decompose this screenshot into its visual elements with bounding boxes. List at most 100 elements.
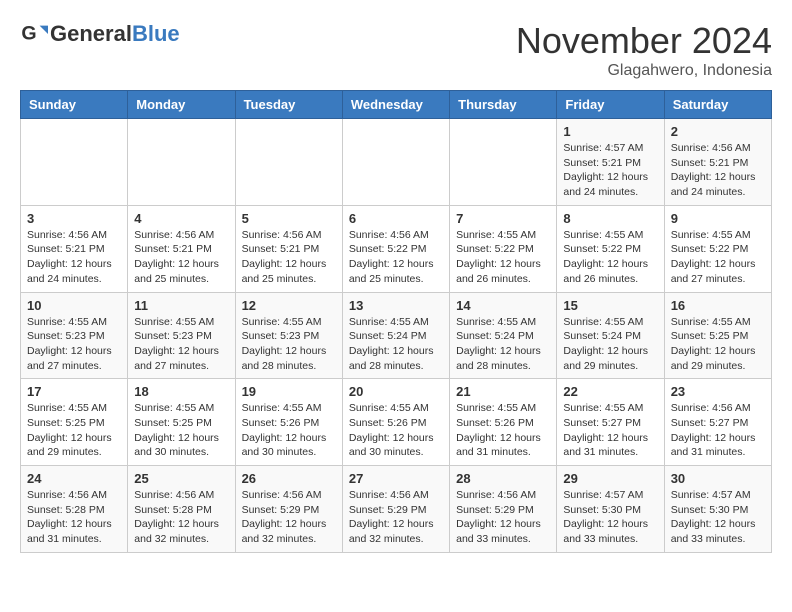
calendar-day-cell: 3Sunrise: 4:56 AMSunset: 5:21 PMDaylight… — [21, 205, 128, 292]
day-number: 26 — [242, 471, 336, 486]
svg-text:G: G — [21, 23, 36, 45]
calendar-weekday-header: Tuesday — [235, 91, 342, 119]
day-info: Sunrise: 4:57 AMSunset: 5:30 PMDaylight:… — [671, 488, 765, 547]
calendar-day-cell: 27 Sunrise: 4:56 AMSunset: 5:29 PMDayligh… — [342, 466, 449, 553]
day-info: Sunrise: 4:55 AMSunset: 5:23 PMDaylight:… — [27, 315, 121, 374]
calendar-day-cell: 21 Sunrise: 4:55 AMSunset: 5:26 PMDayligh… — [450, 379, 557, 466]
calendar-day-cell: 25Sunrise: 4:56 AMSunset: 5:28 PMDayligh… — [128, 466, 235, 553]
calendar-weekday-header: Sunday — [21, 91, 128, 119]
calendar-day-cell — [342, 119, 449, 206]
day-number: 13 — [349, 298, 443, 313]
calendar-day-cell: 18 Sunrise: 4:55 AMSunset: 5:25 PMDayligh… — [128, 379, 235, 466]
day-number: 20 — [349, 384, 443, 399]
calendar-day-cell — [450, 119, 557, 206]
day-info: Sunrise: 4:55 AMSunset: 5:25 PMDaylight:… — [27, 401, 121, 460]
logo-icon: G — [20, 20, 48, 48]
day-number: 18 — [134, 384, 228, 399]
day-info: Sunrise: 4:55 AMSunset: 5:26 PMDaylight:… — [349, 401, 443, 460]
day-number: 30 — [671, 471, 765, 486]
calendar-day-cell — [128, 119, 235, 206]
day-info: Sunrise: 4:55 AMSunset: 5:25 PMDaylight:… — [671, 315, 765, 374]
day-info: Sunrise: 4:55 AMSunset: 5:26 PMDaylight:… — [242, 401, 336, 460]
day-info: Sunrise: 4:56 AMSunset: 5:27 PMDaylight:… — [671, 401, 765, 460]
calendar-table: SundayMondayTuesdayWednesdayThursdayFrid… — [20, 90, 772, 553]
day-number: 14 — [456, 298, 550, 313]
calendar-day-cell: 20 Sunrise: 4:55 AMSunset: 5:26 PMDayligh… — [342, 379, 449, 466]
day-info: Sunrise: 4:55 AMSunset: 5:22 PMDaylight:… — [671, 228, 765, 287]
day-number: 27 — [349, 471, 443, 486]
calendar-day-cell — [21, 119, 128, 206]
calendar-day-cell: 1 Sunrise: 4:57 AMSunset: 5:21 PMDaylight… — [557, 119, 664, 206]
calendar-day-cell: 24Sunrise: 4:56 AMSunset: 5:28 PMDayligh… — [21, 466, 128, 553]
day-info: Sunrise: 4:55 AMSunset: 5:26 PMDaylight:… — [456, 401, 550, 460]
calendar-day-cell: 22 Sunrise: 4:55 AMSunset: 5:27 PMDayligh… — [557, 379, 664, 466]
calendar-day-cell: 14 Sunrise: 4:55 AMSunset: 5:24 PMDayligh… — [450, 292, 557, 379]
calendar-day-cell: 26 Sunrise: 4:56 AMSunset: 5:29 PMDayligh… — [235, 466, 342, 553]
calendar-weekday-header: Friday — [557, 91, 664, 119]
day-info: Sunrise: 4:56 AMSunset: 5:29 PMDaylight:… — [456, 488, 550, 547]
calendar-day-cell: 28 Sunrise: 4:56 AMSunset: 5:29 PMDayligh… — [450, 466, 557, 553]
calendar-header-row: SundayMondayTuesdayWednesdayThursdayFrid… — [21, 91, 772, 119]
day-info: Sunrise: 4:55 AMSunset: 5:24 PMDaylight:… — [563, 315, 657, 374]
day-info: Sunrise: 4:55 AMSunset: 5:22 PMDaylight:… — [563, 228, 657, 287]
logo: G GeneralBlue — [20, 20, 180, 48]
calendar-weekday-header: Saturday — [664, 91, 771, 119]
day-number: 8 — [563, 211, 657, 226]
day-info: Sunrise: 4:56 AMSunset: 5:29 PMDaylight:… — [349, 488, 443, 547]
calendar-week-row: 3Sunrise: 4:56 AMSunset: 5:21 PMDaylight… — [21, 205, 772, 292]
day-number: 5 — [242, 211, 336, 226]
day-number: 6 — [349, 211, 443, 226]
calendar-day-cell: 30 Sunrise: 4:57 AMSunset: 5:30 PMDayligh… — [664, 466, 771, 553]
calendar-week-row: 1 Sunrise: 4:57 AMSunset: 5:21 PMDaylight… — [21, 119, 772, 206]
calendar-weekday-header: Thursday — [450, 91, 557, 119]
calendar-day-cell: 17 Sunrise: 4:55 AMSunset: 5:25 PMDayligh… — [21, 379, 128, 466]
day-number: 7 — [456, 211, 550, 226]
calendar-day-cell: 15 Sunrise: 4:55 AMSunset: 5:24 PMDayligh… — [557, 292, 664, 379]
calendar-day-cell: 4 Sunrise: 4:56 AMSunset: 5:21 PMDaylight… — [128, 205, 235, 292]
day-info: Sunrise: 4:56 AMSunset: 5:21 PMDaylight:… — [27, 228, 121, 287]
day-number: 9 — [671, 211, 765, 226]
month-title: November 2024 — [516, 20, 772, 62]
calendar-weekday-header: Monday — [128, 91, 235, 119]
day-number: 2 — [671, 124, 765, 139]
day-info: Sunrise: 4:56 AMSunset: 5:28 PMDaylight:… — [27, 488, 121, 547]
calendar-day-cell: 23Sunrise: 4:56 AMSunset: 5:27 PMDayligh… — [664, 379, 771, 466]
day-number: 4 — [134, 211, 228, 226]
day-info: Sunrise: 4:56 AMSunset: 5:22 PMDaylight:… — [349, 228, 443, 287]
calendar-day-cell: 6 Sunrise: 4:56 AMSunset: 5:22 PMDaylight… — [342, 205, 449, 292]
day-number: 10 — [27, 298, 121, 313]
logo-blue-text: Blue — [132, 21, 180, 47]
calendar-day-cell: 2 Sunrise: 4:56 AMSunset: 5:21 PMDaylight… — [664, 119, 771, 206]
day-number: 1 — [563, 124, 657, 139]
day-info: Sunrise: 4:56 AMSunset: 5:21 PMDaylight:… — [134, 228, 228, 287]
day-number: 15 — [563, 298, 657, 313]
calendar-day-cell: 5 Sunrise: 4:56 AMSunset: 5:21 PMDaylight… — [235, 205, 342, 292]
day-info: Sunrise: 4:56 AMSunset: 5:21 PMDaylight:… — [671, 141, 765, 200]
day-info: Sunrise: 4:55 AMSunset: 5:24 PMDaylight:… — [349, 315, 443, 374]
calendar-day-cell: 13 Sunrise: 4:55 AMSunset: 5:24 PMDayligh… — [342, 292, 449, 379]
day-info: Sunrise: 4:57 AMSunset: 5:21 PMDaylight:… — [563, 141, 657, 200]
day-number: 28 — [456, 471, 550, 486]
location-subtitle: Glagahwero, Indonesia — [516, 62, 772, 80]
calendar-day-cell — [235, 119, 342, 206]
day-info: Sunrise: 4:56 AMSunset: 5:28 PMDaylight:… — [134, 488, 228, 547]
calendar-day-cell: 10 Sunrise: 4:55 AMSunset: 5:23 PMDayligh… — [21, 292, 128, 379]
day-info: Sunrise: 4:55 AMSunset: 5:25 PMDaylight:… — [134, 401, 228, 460]
day-info: Sunrise: 4:55 AMSunset: 5:24 PMDaylight:… — [456, 315, 550, 374]
day-info: Sunrise: 4:57 AMSunset: 5:30 PMDaylight:… — [563, 488, 657, 547]
day-number: 11 — [134, 298, 228, 313]
day-info: Sunrise: 4:56 AMSunset: 5:21 PMDaylight:… — [242, 228, 336, 287]
calendar-day-cell: 7Sunrise: 4:55 AMSunset: 5:22 PMDaylight… — [450, 205, 557, 292]
day-number: 17 — [27, 384, 121, 399]
day-number: 29 — [563, 471, 657, 486]
day-number: 21 — [456, 384, 550, 399]
day-info: Sunrise: 4:55 AMSunset: 5:27 PMDaylight:… — [563, 401, 657, 460]
page-header: G GeneralBlue November 2024 Glagahwero, … — [20, 20, 772, 80]
calendar-week-row: 24Sunrise: 4:56 AMSunset: 5:28 PMDayligh… — [21, 466, 772, 553]
calendar-day-cell: 29 Sunrise: 4:57 AMSunset: 5:30 PMDayligh… — [557, 466, 664, 553]
calendar-week-row: 17 Sunrise: 4:55 AMSunset: 5:25 PMDayligh… — [21, 379, 772, 466]
title-block: November 2024 Glagahwero, Indonesia — [516, 20, 772, 80]
day-number: 22 — [563, 384, 657, 399]
day-info: Sunrise: 4:56 AMSunset: 5:29 PMDaylight:… — [242, 488, 336, 547]
day-info: Sunrise: 4:55 AMSunset: 5:23 PMDaylight:… — [134, 315, 228, 374]
